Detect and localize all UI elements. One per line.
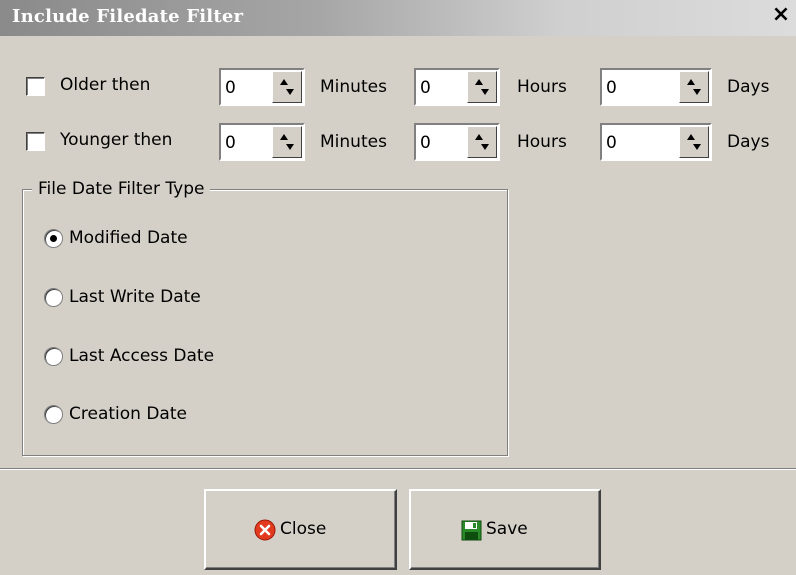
- younger-minutes-spinner[interactable]: 0: [219, 123, 305, 161]
- younger-days-spinner[interactable]: 0: [600, 123, 712, 161]
- older-minutes-spinner[interactable]: 0: [219, 68, 305, 106]
- close-button[interactable]: Close: [204, 489, 397, 570]
- older-days-spinner[interactable]: 0: [600, 68, 712, 106]
- older-minutes-unit: Minutes: [320, 77, 387, 97]
- save-button[interactable]: Save: [409, 489, 601, 570]
- title-bar[interactable]: Include Filedate Filter ×: [0, 0, 796, 36]
- radio-last-access-date[interactable]: [44, 347, 63, 366]
- close-window-icon[interactable]: ×: [770, 4, 792, 28]
- younger-label: Younger then: [60, 130, 173, 150]
- older-days-unit: Days: [727, 77, 770, 97]
- footer-separator: [0, 468, 796, 470]
- radio-last-write-date[interactable]: [44, 288, 63, 307]
- younger-days-value[interactable]: 0: [606, 133, 617, 153]
- filter-type-group-label: File Date Filter Type: [32, 179, 211, 199]
- dialog-window: Include Filedate Filter × Older then 0 M…: [0, 0, 796, 575]
- older-hours-unit: Hours: [517, 77, 567, 97]
- younger-minutes-value[interactable]: 0: [225, 133, 236, 153]
- radio-last-write-date-label[interactable]: Last Write Date: [69, 287, 201, 307]
- spin-buttons-icon[interactable]: [467, 71, 497, 103]
- spin-buttons-icon[interactable]: [679, 126, 709, 158]
- spin-buttons-icon[interactable]: [467, 126, 497, 158]
- radio-modified-date-label[interactable]: Modified Date: [69, 228, 188, 248]
- younger-checkbox[interactable]: [26, 132, 45, 151]
- younger-hours-value[interactable]: 0: [420, 133, 431, 153]
- radio-creation-date[interactable]: [44, 405, 63, 424]
- close-circle-icon: [254, 519, 276, 541]
- floppy-disk-icon: [461, 520, 482, 541]
- older-hours-value[interactable]: 0: [420, 78, 431, 98]
- older-hours-spinner[interactable]: 0: [414, 68, 500, 106]
- window-title: Include Filedate Filter: [12, 6, 244, 27]
- younger-hours-unit: Hours: [517, 132, 567, 152]
- older-label: Older then: [60, 75, 151, 95]
- radio-creation-date-label[interactable]: Creation Date: [69, 404, 187, 424]
- radio-last-access-date-label[interactable]: Last Access Date: [69, 346, 214, 366]
- radio-modified-date[interactable]: [44, 229, 63, 248]
- younger-days-unit: Days: [727, 132, 770, 152]
- spin-buttons-icon[interactable]: [272, 126, 302, 158]
- spin-buttons-icon[interactable]: [272, 71, 302, 103]
- older-minutes-value[interactable]: 0: [225, 78, 236, 98]
- spin-buttons-icon[interactable]: [679, 71, 709, 103]
- save-button-label: Save: [486, 519, 528, 539]
- older-days-value[interactable]: 0: [606, 78, 617, 98]
- close-button-label: Close: [280, 519, 327, 539]
- younger-hours-spinner[interactable]: 0: [414, 123, 500, 161]
- older-checkbox[interactable]: [26, 77, 45, 96]
- younger-minutes-unit: Minutes: [320, 132, 387, 152]
